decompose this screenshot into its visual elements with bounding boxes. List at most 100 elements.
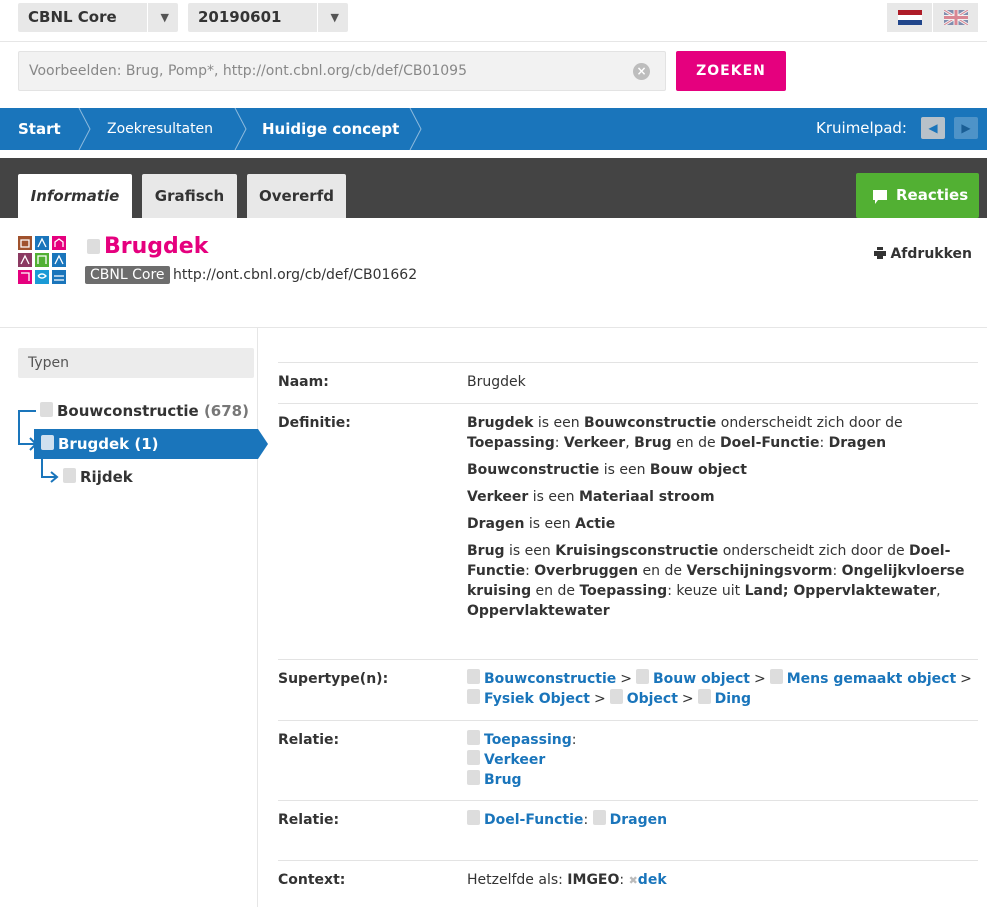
document-icon (467, 730, 480, 745)
version-select-value: 20190601 (198, 8, 282, 26)
document-icon (609, 689, 623, 704)
document-icon (87, 239, 100, 254)
chevron-down-icon: ▼ (160, 11, 169, 24)
detail-row-relatie: Relatie: Toepassing: Verkeer Brug (278, 720, 978, 800)
context-value: Hetzelfde als: IMGEO: ✖dek (467, 872, 667, 888)
definition-line: Bouwconstructie is een Bouw object (467, 462, 747, 478)
breadcrumb-current: Huidige concept (262, 120, 400, 138)
chevron-down-icon: ▼ (330, 11, 339, 24)
detail-value: Brugdek (467, 374, 526, 390)
supertype-link[interactable]: Bouw object (653, 671, 750, 687)
document-icon (41, 435, 54, 450)
relatie-link[interactable]: Toepassing (484, 732, 572, 748)
document-icon (467, 669, 480, 684)
kruimelpad-forward-button[interactable]: ▶ (954, 117, 978, 139)
tree-item-count: (678) (203, 402, 249, 420)
breadcrumb: Start Zoekresultaten Huidige concept Kru… (0, 108, 987, 150)
detail-row-definitie: Definitie: Brugdek is een Bouwconstructi… (278, 403, 978, 638)
breadcrumb-separator-icon (409, 108, 422, 150)
relatie-link[interactable]: Dragen (610, 812, 667, 828)
printer-icon (873, 247, 886, 259)
version-select[interactable]: 20190601 ▼ (188, 3, 348, 32)
tree-item-label: Brugdek (58, 435, 130, 453)
top-bar: CBNL Core ▼ 20190601 ▼ (0, 0, 987, 42)
detail-label: Supertype(n): (278, 671, 389, 687)
reacties-label: Reacties (896, 186, 969, 204)
supertype-link[interactable]: Ding (715, 691, 751, 707)
concept-uri: http://ont.cbnl.org/cb/def/CB01662 (173, 267, 418, 283)
definition-text: Brugdek is een Bouwconstructie ondersche… (467, 413, 977, 621)
tab-overerfd[interactable]: Overerfd (247, 174, 346, 218)
typen-filter[interactable]: Typen (18, 348, 254, 378)
concept-title-text: Brugdek (104, 234, 209, 259)
tree-item-brugdek[interactable]: Brugdek (1) (34, 429, 268, 459)
detail-row-naam: Naam: Brugdek (278, 362, 978, 403)
dutch-flag-button[interactable] (887, 3, 932, 32)
definition-line: Dragen is een Actie (467, 516, 616, 532)
kruimelpad-label: Kruimelpad: (816, 119, 907, 137)
search-button[interactable]: ZOEKEN (676, 51, 786, 91)
detail-label: Definitie: (278, 415, 351, 431)
kruimelpad-back-button[interactable]: ◀ (921, 117, 945, 139)
print-button[interactable]: Afdrukken (873, 246, 972, 262)
page-title: Brugdek (87, 234, 208, 259)
document-icon (467, 750, 480, 765)
context-prefix: Hetzelfde als: (467, 872, 563, 888)
relatie-link[interactable]: Doel-Functie (484, 812, 583, 828)
concept-header: Brugdek CBNL Core http://ont.cbnl.org/cb… (0, 218, 987, 328)
dataset-select[interactable]: CBNL Core ▼ (18, 3, 178, 32)
context-link[interactable]: dek (638, 872, 667, 888)
detail-label: Relatie: (278, 732, 340, 748)
supertype-link[interactable]: Fysiek Object (484, 691, 590, 707)
detail-label: Context: (278, 872, 346, 888)
tree-item-label: Rijdek (80, 468, 133, 486)
select-divider (147, 3, 148, 32)
relatie-link[interactable]: Verkeer (484, 752, 545, 768)
relatie-values: Toepassing: Verkeer Brug (467, 730, 977, 790)
definition-line: Brug is een Kruisingsconstructie ondersc… (467, 543, 965, 619)
tree-item-label: Bouwconstructie (57, 402, 199, 420)
tab-informatie[interactable]: Informatie (18, 174, 132, 218)
clear-icon[interactable]: × (633, 63, 650, 80)
document-icon (636, 669, 649, 684)
detail-row-context: Context: Hetzelfde als: IMGEO: ✖dek (278, 860, 978, 905)
detail-row-relatie: Relatie: Doel-Functie: Dragen (278, 800, 978, 840)
uk-flag-button[interactable] (933, 3, 978, 32)
supertype-chain: Bouwconstructie > Bouw object > Mens gemaakt… (467, 669, 977, 709)
tab-grafisch[interactable]: Grafisch (142, 174, 237, 218)
link-icon: ✖ (628, 874, 638, 887)
detail-row-supertypen: Supertype(n): Bouwconstructie > Bouw objec… (278, 659, 978, 720)
search-input[interactable] (19, 52, 619, 90)
cbnl-logo-icon (18, 236, 66, 284)
tree-item-bouwconstructie[interactable]: Bouwconstructie (678) (40, 400, 249, 422)
type-sidebar: Typen Bouwconstructie (678) Brugdek (1) … (0, 328, 268, 907)
relatie-values: Doel-Functie: Dragen (467, 810, 977, 830)
tree-item-rijdek[interactable]: Rijdek (63, 466, 133, 488)
breadcrumb-separator-icon (78, 108, 91, 150)
document-icon (769, 669, 783, 684)
document-icon (697, 689, 711, 704)
supertype-link[interactable]: Object (627, 691, 678, 707)
print-label: Afdrukken (890, 246, 972, 262)
definition-line: Brugdek is een Bouwconstructie ondersche… (467, 415, 903, 451)
document-icon (592, 810, 606, 825)
definition-line: Verkeer is een Materiaal stroom (467, 489, 715, 505)
breadcrumb-start[interactable]: Start (18, 108, 61, 150)
search-row: × ZOEKEN (0, 42, 987, 108)
source-badge: CBNL Core (85, 266, 170, 284)
tab-bar: Informatie Grafisch Overerfd Reacties (0, 158, 987, 218)
supertype-link[interactable]: Mens gemaakt object (787, 671, 956, 687)
detail-label: Relatie: (278, 812, 340, 828)
document-icon (467, 770, 480, 785)
dataset-select-value: CBNL Core (28, 8, 117, 26)
select-divider (317, 3, 318, 32)
breadcrumb-zoekresultaten[interactable]: Zoekresultaten (107, 108, 213, 150)
supertype-link[interactable]: Bouwconstructie (484, 671, 616, 687)
uk-flag-icon (944, 10, 968, 25)
breadcrumb-separator-icon (234, 108, 247, 150)
search-box: × (18, 51, 666, 91)
relatie-link[interactable]: Brug (484, 772, 522, 788)
speech-bubble-icon (873, 190, 887, 204)
reacties-button[interactable]: Reacties (856, 173, 979, 218)
document-icon (467, 810, 480, 825)
